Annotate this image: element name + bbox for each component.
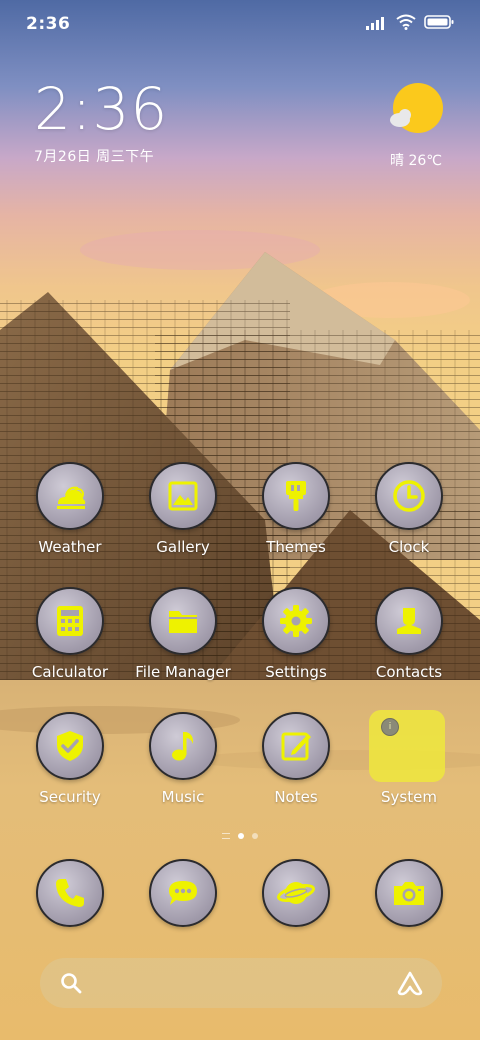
app-contacts[interactable]: Contacts — [353, 587, 465, 697]
shield-icon — [36, 712, 104, 780]
app-file-manager[interactable]: File Manager — [127, 587, 239, 697]
music-note-icon — [149, 712, 217, 780]
dock-camera[interactable] — [353, 859, 465, 969]
widget-time: 2:36 — [34, 75, 169, 143]
app-notes[interactable]: Notes — [240, 712, 352, 822]
signal-icon — [366, 15, 388, 34]
app-music[interactable]: Music — [127, 712, 239, 822]
app-calculator[interactable]: Calculator — [14, 587, 126, 697]
dock-messages[interactable] — [127, 859, 239, 969]
app-system-folder[interactable]: i System — [353, 710, 465, 822]
camera-icon — [375, 859, 443, 927]
clock-widget[interactable]: 2:36 7月26日 周三下午 — [34, 78, 168, 166]
home-screen: 2:36 2:36 7月26日 周三下午 晴 26℃ Weather Galle… — [0, 0, 480, 1040]
page-dot — [252, 833, 258, 839]
status-icons — [366, 14, 454, 34]
calculator-icon — [36, 587, 104, 655]
app-label: Contacts — [375, 663, 443, 681]
weather-widget[interactable]: 晴 26℃ — [384, 82, 448, 170]
search-icon[interactable] — [60, 972, 82, 998]
app-themes[interactable]: Themes — [240, 462, 352, 572]
folder-icon — [149, 587, 217, 655]
app-label: System — [381, 788, 437, 806]
page-indicator[interactable] — [200, 830, 280, 842]
status-bar: 2:36 — [0, 0, 480, 48]
app-gallery[interactable]: Gallery — [127, 462, 239, 572]
app-weather[interactable]: Weather — [14, 462, 126, 572]
app-settings[interactable]: Settings — [240, 587, 352, 697]
search-bar[interactable] — [40, 958, 442, 1008]
battery-icon — [424, 14, 454, 34]
wifi-icon — [396, 14, 416, 34]
dock-browser[interactable] — [240, 859, 352, 969]
clock-icon — [375, 462, 443, 530]
system-folder-app-icon: i — [381, 718, 399, 736]
weather-text: 晴 26℃ — [390, 153, 442, 169]
sun-cloud-icon — [386, 83, 446, 142]
page-dot-active — [238, 833, 244, 839]
dock-phone[interactable] — [14, 859, 126, 969]
weather-icon — [36, 462, 104, 530]
gallery-icon — [149, 462, 217, 530]
contact-icon — [375, 587, 443, 655]
app-security[interactable]: Security — [14, 712, 126, 822]
paintbrush-icon — [262, 462, 330, 530]
phone-icon — [36, 859, 104, 927]
page-indicator-list-icon — [222, 833, 230, 839]
messages-icon — [149, 859, 217, 927]
notes-icon — [262, 712, 330, 780]
widget-date: 7月26日 周三下午 — [34, 149, 155, 165]
app-label: Clock — [388, 538, 430, 556]
gear-icon — [262, 587, 330, 655]
status-time: 2:36 — [26, 14, 71, 34]
assistant-icon[interactable] — [396, 970, 424, 1000]
system-folder-icon: i — [369, 710, 445, 782]
app-clock[interactable]: Clock — [353, 462, 465, 572]
browser-planet-icon — [262, 859, 330, 927]
